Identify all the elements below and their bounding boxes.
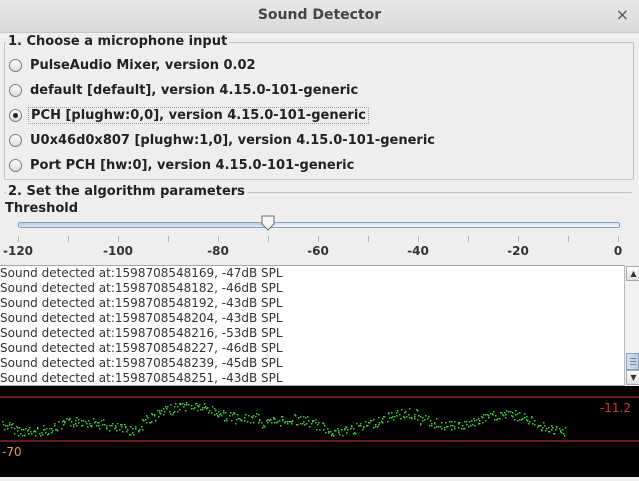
slider-tick <box>18 236 19 242</box>
detection-log[interactable]: Sound detected at:1598708548169, -47dB S… <box>0 265 624 386</box>
slider-tick <box>68 236 69 242</box>
slider-tick-label: -80 <box>207 244 229 258</box>
slider-tick-label: -120 <box>2 244 34 258</box>
microphone-option[interactable]: PCH [plughw:0,0], version 4.15.0-101-gen… <box>9 105 369 125</box>
log-line: Sound detected at:1598708548239, -45dB S… <box>0 356 283 370</box>
slider-tick <box>518 236 519 242</box>
threshold-slider-track[interactable] <box>18 222 620 228</box>
microphone-option[interactable]: PulseAudio Mixer, version 0.02 <box>9 55 258 75</box>
slider-tick <box>118 236 119 242</box>
log-line: Sound detected at:1598708548227, -46dB S… <box>0 341 283 355</box>
log-line: Sound detected at:1598708548251, -43dB S… <box>0 371 283 385</box>
level-scope: -11.2 -70 <box>0 386 639 477</box>
scrollbar-thumb[interactable] <box>626 353 639 370</box>
slider-tick <box>468 236 469 242</box>
radio-checked-icon[interactable] <box>9 108 22 122</box>
arrow-up-icon[interactable]: ▲ <box>626 266 639 281</box>
log-line: Sound detected at:1598708548192, -43dB S… <box>0 296 283 310</box>
slider-tick-label: -100 <box>102 244 134 258</box>
slider-tick <box>318 236 319 242</box>
slider-tick <box>418 236 419 242</box>
microphone-option-label: U0x46d0x807 [plughw:1,0], version 4.15.0… <box>30 132 435 148</box>
microphone-option[interactable]: Port PCH [hw:0], version 4.15.0-101-gene… <box>9 155 356 175</box>
radio-unchecked-icon[interactable] <box>9 158 22 172</box>
radio-unchecked-icon[interactable] <box>9 133 22 147</box>
slider-tick <box>268 236 269 242</box>
log-line: Sound detected at:1598708548182, -46dB S… <box>0 281 283 295</box>
microphone-option[interactable]: U0x46d0x807 [plughw:1,0], version 4.15.0… <box>9 130 437 150</box>
slider-tick <box>618 236 619 242</box>
radio-unchecked-icon[interactable] <box>9 83 22 97</box>
microphone-option-label: PulseAudio Mixer, version 0.02 <box>30 57 256 73</box>
level-trace <box>2 402 567 437</box>
microphone-option-label: PCH [plughw:0,0], version 4.15.0-101-gen… <box>28 106 369 124</box>
microphone-option[interactable]: default [default], version 4.15.0-101-ge… <box>9 80 360 100</box>
slider-tick-label: -20 <box>507 244 529 258</box>
section-title-parameters: 2. Set the algorithm parameters <box>6 184 247 199</box>
window-title: Sound Detector <box>257 7 382 23</box>
threshold-value: -70 <box>2 445 22 459</box>
log-line: Sound detected at:1598708548216, -53dB S… <box>0 326 283 340</box>
level-scope-plot: -11.2 -70 <box>0 396 639 459</box>
log-line: Sound detected at:1598708548204, -43dB S… <box>0 311 283 325</box>
log-scrollbar[interactable]: ▲ ▼ <box>624 265 639 386</box>
slider-tick-label: -60 <box>307 244 329 258</box>
threshold-slider-fill <box>19 223 269 227</box>
slider-tick <box>168 236 169 242</box>
title-bar: Sound Detector × <box>0 0 639 33</box>
radio-unchecked-icon[interactable] <box>9 58 22 72</box>
slider-tick <box>568 236 569 242</box>
close-icon[interactable]: × <box>616 5 629 24</box>
log-line: Sound detected at:1598708548169, -47dB S… <box>0 266 283 280</box>
threshold-slider-thumb[interactable] <box>261 215 275 231</box>
slider-tick-label: -40 <box>407 244 429 258</box>
arrow-down-icon[interactable]: ▼ <box>626 370 639 385</box>
microphone-option-label: default [default], version 4.15.0-101-ge… <box>30 82 359 98</box>
threshold-label: Threshold <box>3 201 81 216</box>
slider-tick <box>368 236 369 242</box>
microphone-option-label: Port PCH [hw:0], version 4.15.0-101-gene… <box>30 157 355 173</box>
slider-tick-label: 0 <box>613 244 623 258</box>
section-title-microphone: 1. Choose a microphone input <box>6 34 230 49</box>
current-level-value: -11.2 <box>600 401 631 415</box>
slider-tick <box>218 236 219 242</box>
